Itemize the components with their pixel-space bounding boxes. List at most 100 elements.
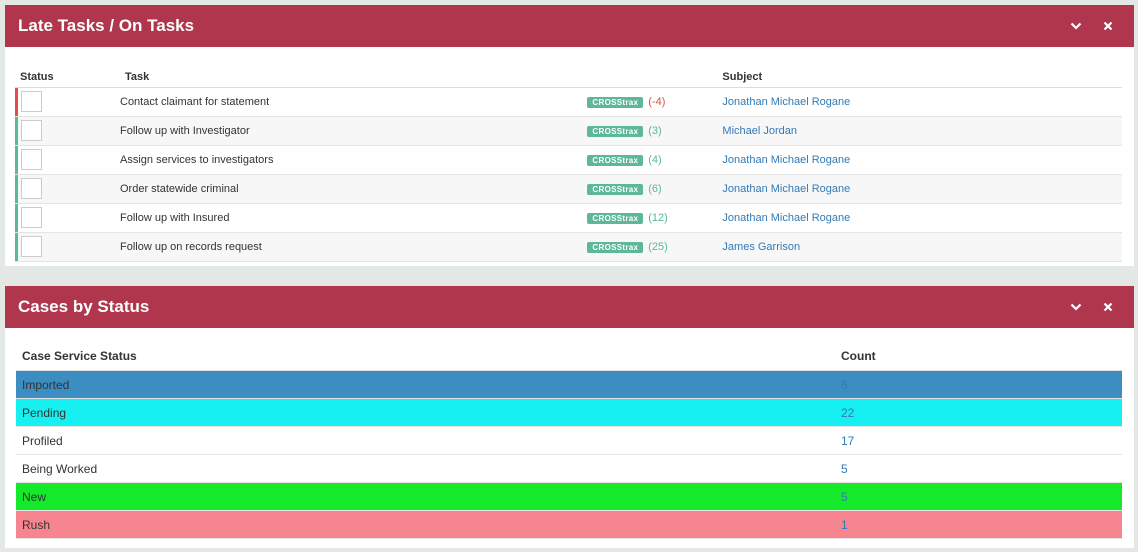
tag-cell: CROSStrax (12) (587, 203, 718, 233)
days-count: (4) (648, 154, 662, 167)
tag-cell: CROSStrax (-4) (587, 87, 718, 117)
task-checkbox[interactable] (21, 207, 42, 228)
case-status-row[interactable]: Imported 6 (16, 370, 1122, 399)
cases-body: Imported 6 Pending 22 Profiled 17 Being Worked… (16, 370, 1122, 539)
case-status-label: Imported (16, 370, 835, 399)
task-row[interactable]: Follow up with Insured CROSStrax (12) Jonat… (15, 203, 1122, 233)
crosstrax-tag: CROSStrax (587, 212, 644, 224)
status-indicator (15, 175, 18, 203)
case-count[interactable]: 5 (835, 454, 1122, 483)
days-count: (3) (648, 125, 662, 138)
crosstrax-tag: CROSStrax (587, 154, 644, 166)
cases-header-row: Case Service Status Count (16, 342, 1122, 371)
status-column-header: Status (15, 61, 120, 88)
task-row[interactable]: Assign services to investigators CROSStra… (15, 145, 1122, 175)
tasks-body: Contact claimant for statement CROSStrax(… (15, 87, 1122, 262)
tag-cell: CROSStrax (6) (587, 174, 718, 204)
subject-link[interactable]: Jonathan Michael Rogane (717, 183, 850, 195)
subject-link[interactable]: James Garrison (717, 241, 800, 253)
count-column-header: Count (835, 342, 1122, 371)
subject-cell: Jonathan Michael Rogane (717, 87, 1122, 117)
status-indicator (15, 233, 18, 261)
subject-link[interactable]: Jonathan Michael Rogane (717, 154, 850, 166)
status-cell (15, 203, 120, 233)
subject-cell: Jonathan Michael Rogane (717, 174, 1122, 204)
subject-cell: James Garrison (717, 232, 1122, 262)
close-icon[interactable] (1101, 300, 1115, 314)
tag-column-header (587, 61, 718, 88)
case-status-row[interactable]: Being Worked 5 (16, 454, 1122, 483)
task-name: Follow up with Investigator (120, 116, 588, 146)
case-status-label: Pending (16, 398, 835, 427)
case-count[interactable]: 22 (835, 398, 1122, 427)
subject-cell: Michael Jordan (717, 116, 1122, 146)
task-name: Follow up with Insured (120, 203, 588, 233)
task-checkbox[interactable] (21, 236, 42, 257)
panel-tools (1069, 300, 1115, 314)
crosstrax-tag: CROSStrax (587, 183, 644, 195)
subject-cell: Jonathan Michael Rogane (717, 145, 1122, 175)
tag-cell: CROSStrax (4) (587, 145, 718, 175)
task-checkbox[interactable] (21, 120, 42, 141)
cases-header: Cases by Status (5, 286, 1134, 328)
subject-link[interactable]: Jonathan Michael Rogane (717, 96, 850, 108)
subject-link[interactable]: Jonathan Michael Rogane (717, 212, 850, 224)
case-status-row[interactable]: Pending 22 (16, 398, 1122, 427)
task-row[interactable]: Follow up with Investigator CROSStrax (3) M… (15, 116, 1122, 146)
status-cell (15, 116, 120, 146)
case-count[interactable]: 6 (835, 370, 1122, 399)
case-count[interactable]: 1 (835, 510, 1122, 539)
panel-tools (1069, 19, 1115, 33)
task-checkbox[interactable] (21, 178, 42, 199)
late-tasks-header: Late Tasks / On Tasks (5, 5, 1134, 47)
task-row[interactable]: Order statewide criminal CROSStrax (6) Jona… (15, 174, 1122, 204)
status-indicator (15, 117, 18, 145)
crosstrax-tag: CROSStrax (587, 241, 644, 253)
status-indicator (15, 204, 18, 232)
case-status-row[interactable]: New 5 (16, 482, 1122, 511)
cases-panel: Cases by Status Case Service Status Coun… (5, 286, 1134, 548)
chevron-down-icon[interactable] (1069, 300, 1083, 314)
late-tasks-title: Late Tasks / On Tasks (18, 16, 195, 35)
task-row[interactable]: Follow up on records request CROSStrax (25… (15, 232, 1122, 262)
tasks-table: Status Task Subject Contact claimant for… (15, 61, 1122, 262)
subject-column-header: Subject (717, 61, 1122, 88)
case-count[interactable]: 17 (835, 426, 1122, 455)
crosstrax-tag: CROSStrax (587, 125, 644, 137)
late-tasks-panel: Late Tasks / On Tasks Status Task Subjec… (5, 5, 1134, 266)
crosstrax-tag: CROSStrax (587, 96, 644, 108)
status-indicator (15, 146, 18, 174)
task-name: Contact claimant for statement (120, 87, 588, 117)
subject-cell: Jonathan Michael Rogane (717, 203, 1122, 233)
case-count[interactable]: 5 (835, 482, 1122, 511)
case-status-label: Rush (16, 510, 835, 539)
tasks-header-row: Status Task Subject (15, 61, 1122, 88)
status-cell (15, 87, 120, 117)
chevron-down-icon[interactable] (1069, 19, 1083, 33)
status-cell (15, 232, 120, 262)
cases-table: Case Service Status Count Imported 6 Pendi… (16, 342, 1122, 539)
case-status-label: Profiled (16, 426, 835, 455)
close-icon[interactable] (1101, 19, 1115, 33)
task-column-header: Task (120, 61, 588, 88)
tag-cell: CROSStrax (25) (587, 232, 718, 262)
task-row[interactable]: Contact claimant for statement CROSStrax (… (15, 87, 1122, 117)
status-indicator (15, 88, 18, 116)
tag-cell: CROSStrax (3) (587, 116, 718, 146)
days-count: (6) (648, 183, 662, 196)
subject-link[interactable]: Michael Jordan (717, 125, 797, 137)
days-count: (25) (648, 241, 668, 254)
task-checkbox[interactable] (21, 91, 42, 112)
case-status-label: New (16, 482, 835, 511)
case-status-row[interactable]: Profiled 17 (16, 426, 1122, 455)
case-status-label: Being Worked (16, 454, 835, 483)
case-status-column-header: Case Service Status (16, 342, 835, 371)
case-status-row[interactable]: Rush 1 (16, 510, 1122, 539)
task-checkbox[interactable] (21, 149, 42, 170)
task-name: Order statewide criminal (120, 174, 588, 204)
task-name: Assign services to investigators (120, 145, 588, 175)
status-cell (15, 174, 120, 204)
status-cell (15, 145, 120, 175)
days-count: (-4) (648, 96, 666, 109)
days-count: (12) (648, 212, 668, 225)
